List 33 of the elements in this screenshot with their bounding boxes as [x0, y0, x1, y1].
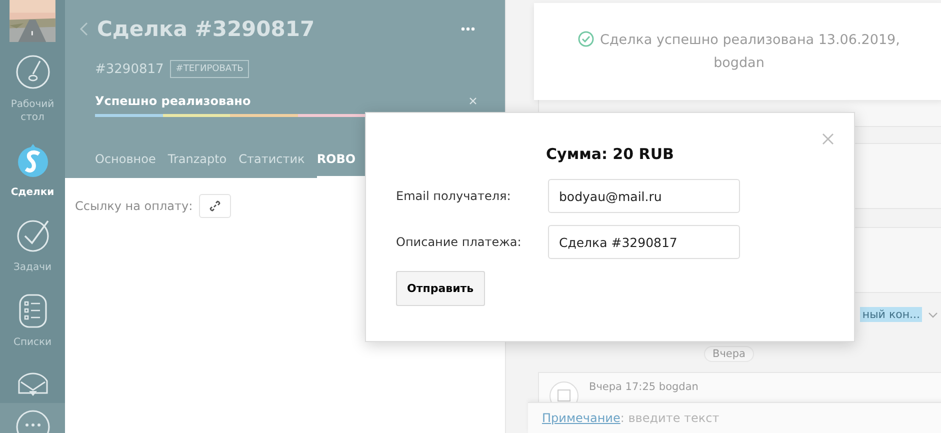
note-type-link[interactable]: Примечание: [542, 411, 620, 425]
deal-title: Сделка #3290817: [97, 17, 315, 41]
send-button[interactable]: Отправить: [396, 271, 485, 306]
more-icon[interactable]: [461, 27, 475, 31]
success-notice: Сделка успешно реализована 13.06.2019, bogdan: [554, 28, 924, 74]
close-icon[interactable]: [822, 133, 834, 145]
field-label: Email получателя:: [396, 189, 512, 203]
more-icon[interactable]: [14, 407, 50, 433]
tab[interactable]: Основное: [95, 144, 168, 178]
deal-status: Успешно реализовано: [95, 94, 251, 108]
entry-meta: Вчера 17:25 bogdan: [589, 381, 698, 394]
input-field[interactable]: bodyau@mail.ru: [548, 179, 740, 213]
tag-button[interactable]: #ТЕГИРОВАТЬ: [170, 60, 250, 78]
field-label: Описание платежа:: [396, 235, 522, 249]
tab[interactable]: Статистик: [238, 144, 317, 178]
tag-label: ный кон...: [860, 307, 922, 322]
note-placeholder[interactable]: : введите текст: [620, 411, 720, 425]
nav-label[interactable]: Списки: [8, 336, 58, 350]
tab[interactable]: Tranzapto: [168, 144, 239, 178]
chevron-down-icon[interactable]: [928, 312, 938, 318]
dialog-title: Сумма: 20 RUB: [545, 145, 675, 163]
payment-link-label: Ссылку на оплату:: [75, 199, 193, 213]
date-pill: Вчера: [704, 346, 754, 362]
back-icon[interactable]: [79, 21, 89, 37]
copy-link-button[interactable]: [198, 194, 231, 218]
deal-number: #3290817: [95, 62, 164, 76]
nav-label[interactable]: Сделки: [8, 186, 58, 200]
input-field[interactable]: Сделка #3290817: [548, 225, 740, 259]
check-circle-icon: [578, 30, 594, 47]
nav-label[interactable]: Задачи: [8, 261, 58, 274]
nav-label[interactable]: Рабочий стол: [8, 98, 58, 124]
close-icon[interactable]: [469, 97, 477, 105]
link-icon: [208, 200, 221, 212]
